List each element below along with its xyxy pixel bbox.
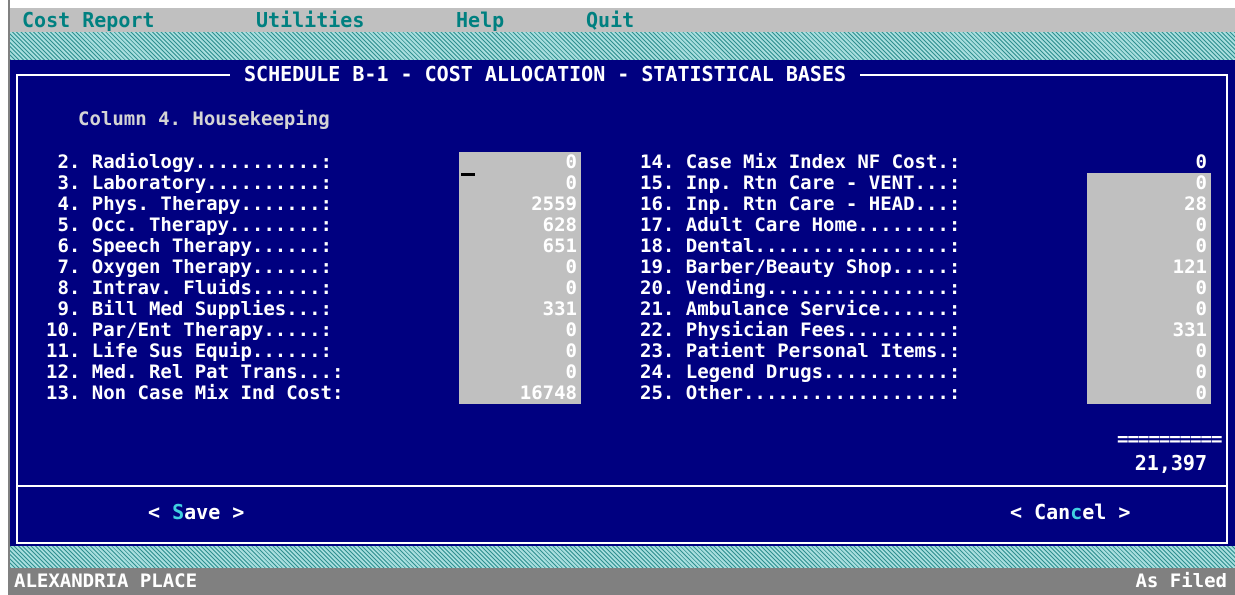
save-close: > — [220, 500, 245, 524]
save-button[interactable]: < Save > — [148, 502, 244, 522]
menu-quit[interactable]: Quit — [586, 10, 634, 30]
cancel-open: < — [1010, 500, 1035, 524]
field-legend-drugs[interactable]: 0 — [1087, 362, 1211, 383]
row-label-4: 4. Phys. Therapy.......: — [46, 193, 332, 215]
row-label-25: 25. Other..................: — [640, 382, 961, 404]
row-label-2: 2. Radiology...........: — [46, 151, 332, 173]
text-cursor — [461, 173, 475, 176]
field-patient-personal-items[interactable]: 0 — [1087, 341, 1211, 362]
menu-bar: Cost Report Utilities Help Quit — [10, 8, 1235, 32]
save-rest: ave — [184, 500, 221, 524]
menu-cost-report[interactable]: Cost Report — [22, 10, 154, 30]
value-case-mix-index-nf-cost: 0 — [1195, 151, 1207, 173]
row-label-16: 16. Inp. Rtn Care - HEAD...: — [640, 193, 961, 215]
save-hotkey: S — [172, 500, 185, 524]
field-occ-therapy[interactable]: 628 — [459, 215, 581, 236]
window-left-edge — [0, 0, 10, 595]
facility-name: ALEXANDRIA PLACE — [14, 570, 198, 592]
dialog-title: SCHEDULE B-1 - COST ALLOCATION - STATIST… — [230, 64, 861, 84]
cancel-close: > — [1106, 500, 1131, 524]
field-phys-therapy[interactable]: 2559 — [459, 194, 581, 215]
field-barber-beauty-shop[interactable]: 121 — [1087, 257, 1211, 278]
field-dental[interactable]: 0 — [1087, 236, 1211, 257]
cancel-pre: Can — [1034, 500, 1071, 524]
field-inp-rtn-care-head[interactable]: 28 — [1087, 194, 1211, 215]
cancel-rest: el — [1082, 500, 1107, 524]
field-oxygen-therapy[interactable]: 0 — [459, 257, 581, 278]
button-divider — [16, 485, 1228, 487]
row-label-22: 22. Physician Fees.........: — [640, 319, 961, 341]
field-non-case-mix-ind-cost[interactable]: 16748 — [459, 383, 581, 404]
row-label-24: 24. Legend Drugs...........: — [640, 361, 961, 383]
schedule-dialog: SCHEDULE B-1 - COST ALLOCATION - STATIST… — [10, 60, 1235, 546]
field-other[interactable]: 0 — [1087, 383, 1211, 404]
row-label-15: 15. Inp. Rtn Care - VENT...: — [640, 172, 961, 194]
field-bill-med-supplies[interactable]: 331 — [459, 299, 581, 320]
row-label-23: 23. Patient Personal Items.: — [640, 340, 961, 362]
total-value: 21,397 — [1134, 451, 1207, 475]
field-radiology[interactable]: 0 — [459, 152, 581, 173]
field-inp-rtn-care-vent[interactable]: 0 — [1087, 173, 1211, 194]
field-intrav-fluids[interactable]: 0 — [459, 278, 581, 299]
filing-mode: As Filed — [1135, 570, 1227, 592]
row-label-6: 6. Speech Therapy......: — [46, 235, 332, 257]
row-label-19: 19. Barber/Beauty Shop.....: — [640, 256, 961, 278]
field-par-ent-therapy[interactable]: 0 — [459, 320, 581, 341]
row-label-21: 21. Ambulance Service......: — [640, 298, 961, 320]
row-label-7: 7. Oxygen Therapy......: — [46, 256, 332, 278]
column-header: Column 4. Housekeeping — [78, 108, 330, 130]
menu-help[interactable]: Help — [456, 10, 504, 30]
row-label-18: 18. Dental.................: — [640, 235, 961, 257]
row-label-3: 3. Laboratory..........: — [46, 172, 332, 194]
row-label-9: 9. Bill Med Supplies...: — [46, 298, 332, 320]
field-speech-therapy[interactable]: 651 — [459, 236, 581, 257]
field-med-rel-pat-trans[interactable]: 0 — [459, 362, 581, 383]
field-laboratory[interactable]: 0 — [459, 173, 581, 194]
field-adult-care-home[interactable]: 0 — [1087, 215, 1211, 236]
row-label-12: 12. Med. Rel Pat Trans...: — [46, 361, 344, 383]
save-open: < — [148, 500, 173, 524]
row-label-17: 17. Adult Care Home........: — [640, 214, 961, 236]
row-label-5: 5. Occ. Therapy........: — [46, 214, 332, 236]
field-life-sus-equip[interactable]: 0 — [459, 341, 581, 362]
row-label-13: 13. Non Case Mix Ind Cost: — [46, 382, 344, 404]
row-label-20: 20. Vending................: — [640, 277, 961, 299]
cancel-hotkey: c — [1070, 500, 1083, 524]
row-label-11: 11. Life Sus Equip......: — [46, 340, 332, 362]
row-label-10: 10. Par/Ent Therapy.....: — [46, 319, 332, 341]
row-label-8: 8. Intrav. Fluids......: — [46, 277, 332, 299]
field-ambulance-service[interactable]: 0 — [1087, 299, 1211, 320]
desktop-pattern-bottom — [10, 546, 1235, 568]
menu-utilities[interactable]: Utilities — [256, 10, 364, 30]
desktop-pattern-top — [10, 32, 1235, 60]
status-bar: ALEXANDRIA PLACE As Filed — [10, 568, 1235, 595]
total-separator: ========== — [1117, 428, 1222, 450]
field-physician-fees[interactable]: 331 — [1087, 320, 1211, 341]
field-vending[interactable]: 0 — [1087, 278, 1211, 299]
cancel-button[interactable]: < Cancel > — [1010, 502, 1130, 522]
row-label-14: 14. Case Mix Index NF Cost.: — [640, 151, 961, 173]
